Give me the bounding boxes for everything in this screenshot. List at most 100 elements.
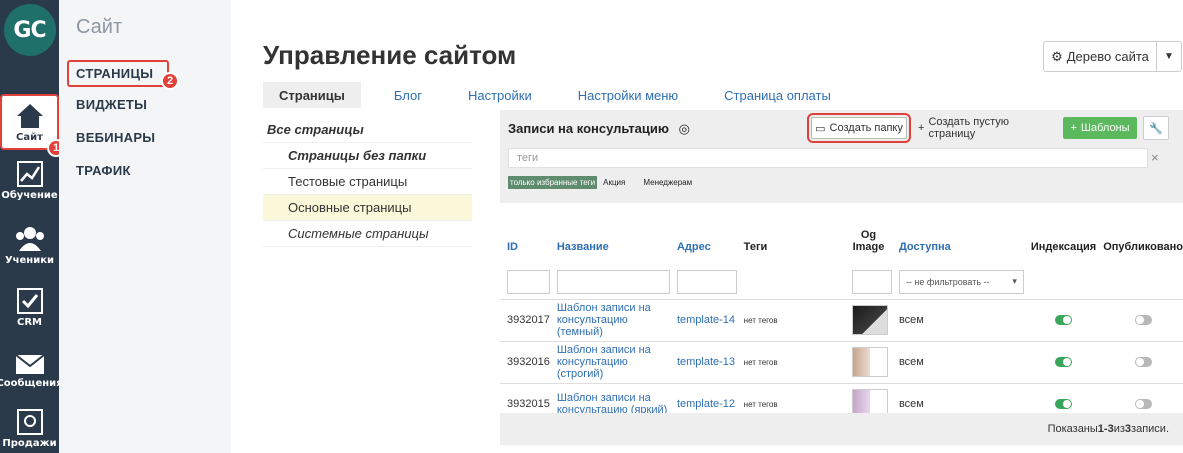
wrench-icon[interactable]: 🔧 <box>1143 116 1169 140</box>
folder-list: Все страницы Страницы без папки Тестовые… <box>263 117 472 247</box>
tabs: Страницы Блог Настройки Настройки меню С… <box>263 82 831 108</box>
folder-test[interactable]: Тестовые страницы <box>263 169 472 195</box>
logo-mark: GC <box>3 4 56 56</box>
templates-button[interactable]: + Шаблоны <box>1063 117 1137 139</box>
folder-all[interactable]: Все страницы <box>263 117 472 143</box>
chevron-down-icon: ▾ <box>1012 276 1017 287</box>
rail-item-label: Сообщения <box>0 378 63 389</box>
footer-prefix: Показаны <box>1047 423 1098 435</box>
chart-icon <box>16 161 43 187</box>
checkbox-icon <box>16 288 43 314</box>
panel-title: Записи на консультацию ◎ <box>508 121 690 137</box>
row-name-link[interactable]: Шаблон записи на консультацию (темный) <box>557 302 651 338</box>
row-tags: нет тегов <box>736 299 846 342</box>
tags-input[interactable]: теги <box>508 148 1148 168</box>
envelope-icon <box>14 354 45 374</box>
col-tags: Теги <box>743 241 768 253</box>
published-toggle[interactable] <box>1134 315 1152 325</box>
chip-managers[interactable]: Менеджерам <box>641 176 694 189</box>
table-row[interactable]: 3932016 Шаблон записи на консультацию (с… <box>500 341 1183 384</box>
rail-item-messages[interactable]: Сообщения <box>0 352 63 398</box>
row-name-link[interactable]: Шаблон записи на консультацию (строгий) <box>557 344 651 380</box>
chevron-down-icon[interactable]: ▼ <box>1157 51 1181 62</box>
logo[interactable]: GC <box>0 0 59 60</box>
indexing-toggle[interactable] <box>1055 315 1072 325</box>
tab-settings[interactable]: Настройки <box>468 82 532 108</box>
rail-item-label: CRM <box>17 317 42 328</box>
subnav-item-pages[interactable]: СТРАНИЦЫ <box>67 60 170 87</box>
create-empty-label: Создать пустую страницу <box>928 116 1010 140</box>
og-image-thumbnail[interactable] <box>852 305 889 335</box>
subnav-item-widgets[interactable]: ВИДЖЕТЫ <box>76 97 147 112</box>
filter-id-input[interactable] <box>507 269 550 294</box>
safe-icon <box>16 409 43 435</box>
settings-icon[interactable]: ◎ <box>679 121 690 136</box>
table-row[interactable]: 3932017 Шаблон записи на консультацию (т… <box>500 299 1183 342</box>
rail-item-learning[interactable]: Обучение <box>0 160 59 212</box>
indexing-toggle[interactable] <box>1055 357 1072 367</box>
users-icon <box>15 227 44 251</box>
page-title: Управление сайтом <box>263 40 517 70</box>
row-access: всем <box>891 341 1024 384</box>
row-access: всем <box>891 299 1024 342</box>
subnav-item-webinars[interactable]: ВЕБИНАРЫ <box>76 130 155 145</box>
create-folder-label: Создать папку <box>829 122 903 134</box>
site-tree-button[interactable]: ⚙ Дерево сайта ▼ <box>1043 41 1182 72</box>
folder-icon: ▭ <box>815 122 826 135</box>
tab-payment-page[interactable]: Страница оплаты <box>724 82 831 108</box>
footer-mid: из <box>1113 423 1125 435</box>
tab-blog[interactable]: Блог <box>394 82 422 108</box>
gear-icon: ⚙ <box>1051 48 1063 64</box>
tab-menu-settings[interactable]: Настройки меню <box>578 82 678 108</box>
chip-promo[interactable]: Акция <box>601 176 627 189</box>
rail-item-label: Продажи <box>2 438 57 449</box>
step-badge-2: 2 <box>161 72 179 90</box>
tag-chips: только избранные теги Акция Менеджерам <box>508 176 694 189</box>
subnav-item-traffic[interactable]: ТРАФИК <box>76 163 131 178</box>
close-icon[interactable]: × <box>1151 150 1159 165</box>
rail-item-label: Ученики <box>4 255 55 266</box>
rail-item-label: Обучение <box>1 190 58 201</box>
row-address-link[interactable]: template-13 <box>677 356 735 368</box>
row-address-link[interactable]: template-12 <box>677 398 735 410</box>
row-id: 3932016 <box>500 341 550 384</box>
col-access[interactable]: Доступна <box>892 203 1024 265</box>
main-sidebar: GC Сайт 1 Обучение Ученики CRM Сообщения… <box>0 0 65 453</box>
filter-address-input[interactable] <box>676 269 737 294</box>
published-toggle[interactable] <box>1134 357 1152 367</box>
chip-favorites[interactable]: только избранные теги <box>508 176 598 189</box>
create-empty-page-button[interactable]: + Создать пустую страницу <box>918 116 1053 140</box>
tab-pages[interactable]: Страницы <box>263 82 361 108</box>
col-name[interactable]: Название <box>550 203 670 265</box>
create-folder-button[interactable]: ▭ Создать папку <box>807 113 911 143</box>
filter-select-value: -- не фильтровать -- <box>905 276 990 287</box>
col-id[interactable]: ID <box>500 203 550 265</box>
indexing-toggle[interactable] <box>1055 399 1072 409</box>
folder-system[interactable]: Системные страницы <box>263 221 472 247</box>
published-toggle[interactable] <box>1134 399 1152 409</box>
rail-item-students[interactable]: Ученики <box>0 225 59 275</box>
col-og-image: Og Image <box>852 229 885 253</box>
subnav-title: Сайт <box>76 16 123 38</box>
plus-icon: + <box>918 122 925 134</box>
table-header-row: ID Название Адрес Теги Og Image Доступна… <box>500 203 1183 265</box>
og-image-thumbnail[interactable] <box>852 347 889 377</box>
panel-title-text: Записи на консультацию <box>508 121 669 136</box>
filter-og-input[interactable] <box>852 269 892 294</box>
folder-no-folder[interactable]: Страницы без папки <box>263 143 472 169</box>
filter-access-select[interactable]: -- не фильтровать -- ▾ <box>898 269 1024 294</box>
col-address[interactable]: Адрес <box>670 203 737 265</box>
row-id: 3932017 <box>500 299 550 342</box>
table-footer: Показаны 1-3 из 3 записи. <box>500 413 1183 445</box>
site-tree-label: Дерево сайта <box>1066 49 1149 64</box>
filter-name-input[interactable] <box>556 269 670 294</box>
rail-item-crm[interactable]: CRM <box>0 287 59 337</box>
footer-suffix: записи. <box>1131 423 1169 435</box>
folder-main[interactable]: Основные страницы <box>263 195 472 221</box>
col-indexing: Индексация <box>1030 241 1097 253</box>
site-subnav: Сайт СТРАНИЦЫ 2 ВИДЖЕТЫ ВЕБИНАРЫ ТРАФИК <box>59 0 231 453</box>
rail-item-sales[interactable]: Продажи <box>0 408 59 453</box>
row-address-link[interactable]: template-14 <box>677 314 735 326</box>
templates-label: Шаблоны <box>1080 122 1130 134</box>
plus-icon: + <box>1070 122 1077 134</box>
